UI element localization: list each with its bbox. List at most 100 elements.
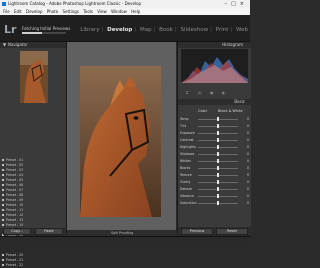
slider-value[interactable]: 0 xyxy=(247,131,249,135)
filmstrip[interactable] xyxy=(0,236,250,251)
preset-icon xyxy=(2,204,4,206)
slider-value[interactable]: 0 xyxy=(247,145,249,149)
slider-value[interactable]: 0 xyxy=(247,201,249,205)
slider-highlights[interactable]: Highlights 0 xyxy=(178,145,251,150)
crop-icon[interactable]: ⌗ xyxy=(186,90,188,96)
slider-knob[interactable] xyxy=(217,180,219,184)
slider-temp[interactable]: Temp 0 xyxy=(178,117,251,122)
image-canvas[interactable] xyxy=(67,42,176,230)
slider-label: Dehaze xyxy=(180,187,193,191)
slider-value[interactable]: 0 xyxy=(247,166,249,170)
slider-knob[interactable] xyxy=(217,152,219,156)
slider-knob[interactable] xyxy=(217,124,219,128)
menu-window[interactable]: Window xyxy=(111,9,127,14)
copy-button[interactable]: Copy... xyxy=(3,228,31,235)
module-develop[interactable]: Develop xyxy=(107,27,132,33)
slider-knob[interactable] xyxy=(217,187,219,191)
navigator-preview[interactable] xyxy=(20,51,48,103)
preset-label: Preset - 11 xyxy=(6,208,24,212)
histogram xyxy=(181,49,248,83)
basic-panel-header[interactable]: Basic xyxy=(178,99,251,105)
menu-tools[interactable]: Tools xyxy=(83,9,93,14)
slider-whites[interactable]: Whites 0 xyxy=(178,159,251,164)
slider-saturation[interactable]: Saturation 0 xyxy=(178,201,251,206)
menu-edit[interactable]: Edit xyxy=(14,9,22,14)
treatment-bw[interactable]: Black & White xyxy=(218,109,243,113)
progress-bar xyxy=(22,32,66,34)
slider-knob[interactable] xyxy=(217,173,219,177)
title-bar: Lightroom Catalog - Adobe Photoshop Ligh… xyxy=(0,0,250,8)
slider-tint[interactable]: Tint 0 xyxy=(178,124,251,129)
slider-label: Vibrance xyxy=(180,194,195,198)
preset-icon xyxy=(2,189,4,191)
slider-clarity[interactable]: Clarity 0 xyxy=(178,180,251,185)
histogram-header[interactable]: Histogram xyxy=(178,42,251,48)
slider-value[interactable]: 0 xyxy=(247,124,249,128)
slider-value[interactable]: 0 xyxy=(247,180,249,184)
maximize-button[interactable]: □ xyxy=(231,1,240,7)
slider-value[interactable]: 0 xyxy=(247,187,249,191)
slider-blacks[interactable]: Blacks 0 xyxy=(178,166,251,171)
slider-label: Whites xyxy=(180,159,191,163)
preset-icon xyxy=(2,169,4,171)
previous-button[interactable]: Previous xyxy=(181,228,213,235)
slider-dehaze[interactable]: Dehaze 0 xyxy=(178,187,251,192)
module-print[interactable]: Print xyxy=(216,27,229,33)
slider-knob[interactable] xyxy=(217,117,219,121)
module-book[interactable]: Book xyxy=(159,27,173,33)
collapse-triangle-icon[interactable]: ▼ xyxy=(3,42,6,48)
module-slideshow[interactable]: Slideshow xyxy=(180,27,208,33)
slider-knob[interactable] xyxy=(217,159,219,163)
paste-button[interactable]: Paste xyxy=(35,228,63,235)
slider-knob[interactable] xyxy=(217,138,219,142)
right-panel-footer: Previous Reset xyxy=(178,227,251,235)
window-controls[interactable]: –□× xyxy=(225,0,248,8)
preset-label: Preset - 13 xyxy=(6,218,24,222)
slider-label: Saturation xyxy=(180,201,197,205)
slider-value[interactable]: 0 xyxy=(247,117,249,121)
reset-button[interactable]: Reset xyxy=(216,228,248,235)
slider-knob[interactable] xyxy=(217,145,219,149)
slider-value[interactable]: 0 xyxy=(247,138,249,142)
menu-file[interactable]: File xyxy=(3,9,10,14)
slider-contrast[interactable]: Contrast 0 xyxy=(178,138,251,143)
treatment-color[interactable]: Color xyxy=(198,109,207,113)
module-map[interactable]: Map xyxy=(140,27,152,33)
slider-value[interactable]: 0 xyxy=(247,159,249,163)
slider-knob[interactable] xyxy=(217,194,219,198)
red-eye-icon[interactable]: ◉ xyxy=(210,90,214,96)
slider-shadows[interactable]: Shadows 0 xyxy=(178,152,251,157)
slider-value[interactable]: 0 xyxy=(247,194,249,198)
menu-help[interactable]: Help xyxy=(131,9,140,14)
menu-develop[interactable]: Develop xyxy=(26,9,42,14)
preset-icon xyxy=(2,219,4,221)
module-library[interactable]: Library xyxy=(80,27,99,33)
spot-removal-icon[interactable]: ◎ xyxy=(198,90,202,96)
navigator-header[interactable]: ▼ Navigator xyxy=(0,42,66,48)
slider-knob[interactable] xyxy=(217,166,219,170)
slider-exposure[interactable]: Exposure 0 xyxy=(178,131,251,136)
main-photo[interactable] xyxy=(80,66,161,217)
preset-icon xyxy=(2,214,4,216)
slider-value[interactable]: 0 xyxy=(247,152,249,156)
slider-label: Contrast xyxy=(180,138,194,142)
slider-knob[interactable] xyxy=(217,201,219,205)
preset-label: Preset - 14 xyxy=(6,223,24,227)
preset-label: Preset - 21 xyxy=(6,258,24,262)
menu-settings[interactable]: Settings xyxy=(62,9,78,14)
slider-texture[interactable]: Texture 0 xyxy=(178,173,251,178)
menu-view[interactable]: View xyxy=(97,9,107,14)
module-picker: Library | Develop | Map | Book | Slideshow | … xyxy=(80,27,248,33)
preset-label: Preset - 10 xyxy=(6,203,24,207)
module-web[interactable]: Web xyxy=(236,27,248,33)
slider-knob[interactable] xyxy=(217,131,219,135)
masking-icon[interactable]: ◐ xyxy=(222,90,226,96)
preset-label: Preset - 06 xyxy=(6,183,24,187)
slider-value[interactable]: 0 xyxy=(247,173,249,177)
slider-label: Texture xyxy=(180,173,192,177)
menu-photo[interactable]: Photo xyxy=(47,9,58,14)
slider-vibrance[interactable]: Vibrance 0 xyxy=(178,194,251,199)
close-button[interactable]: × xyxy=(240,1,248,7)
preset-icon xyxy=(2,199,4,201)
preset-item[interactable]: Preset - 22 xyxy=(0,263,66,268)
